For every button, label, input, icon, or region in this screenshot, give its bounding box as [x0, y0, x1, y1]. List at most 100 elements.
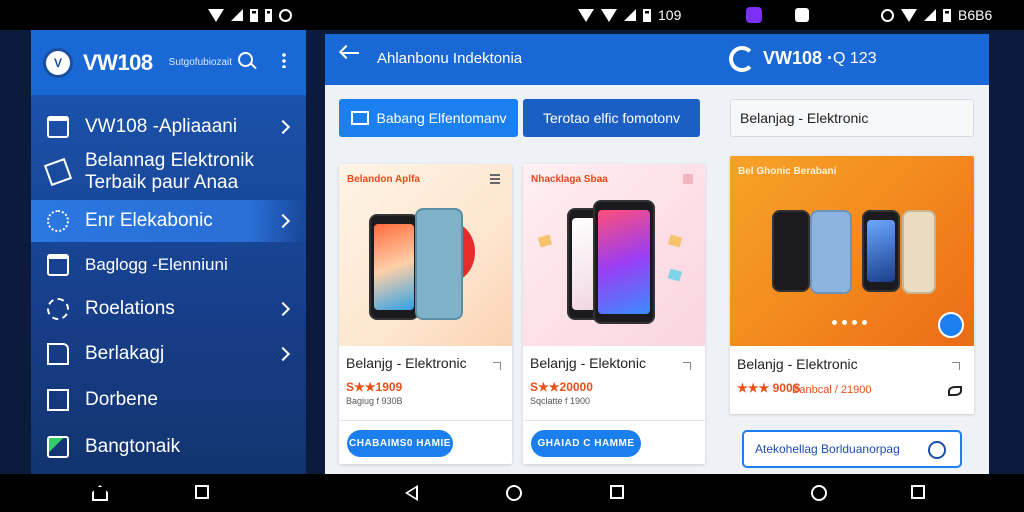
- electronics-button[interactable]: Babang Elfentomanv: [339, 99, 518, 137]
- promo-subprice: Banbcal / 21900: [792, 384, 872, 396]
- sidebar-item-label: Dorbene: [85, 389, 158, 410]
- wifi-icon: [578, 8, 594, 22]
- notification-icon: [795, 8, 809, 22]
- phone-image: [772, 210, 810, 292]
- divider: [523, 420, 705, 421]
- clock-icon: [928, 441, 946, 459]
- arrow-out-icon[interactable]: [493, 362, 501, 370]
- top-brand: VW108 ·: [763, 48, 834, 68]
- link-icon[interactable]: [948, 386, 962, 396]
- chevron-right-icon: [275, 346, 291, 362]
- search-icon[interactable]: [238, 52, 253, 67]
- button-label: GHAIAD C HAMME: [537, 438, 635, 449]
- top-search-count[interactable]: Q 123: [833, 50, 877, 68]
- system-nav-bar: [0, 474, 1024, 512]
- sidebar-item-gallery[interactable]: Bangtonaik: [31, 430, 306, 464]
- product-image: Nhacklaga Sbaa: [523, 164, 705, 346]
- alarm-icon: [279, 8, 292, 22]
- product-subprice: Sqclatte f 1900: [530, 396, 591, 406]
- battery-icon: [265, 8, 272, 22]
- sidebar-item-active[interactable]: Enr Elekabonic: [31, 200, 306, 242]
- product-card[interactable]: Belandon Aplfa Belanjg - Elektronic S★★1…: [339, 164, 512, 464]
- sidebar: V VW108 Sutgofubiozait VW108 -Apliaaani …: [31, 30, 306, 474]
- battery-icon: [943, 8, 951, 22]
- back-icon[interactable]: [405, 485, 418, 501]
- search-input[interactable]: Belanjag - Elektronic: [730, 99, 974, 137]
- home-circle-icon[interactable]: [811, 485, 827, 501]
- menu-icon[interactable]: [683, 174, 693, 184]
- sidebar-item-shopping[interactable]: Berlakagj: [31, 337, 306, 371]
- bag-icon: [47, 116, 69, 138]
- sidebar-item-label: Bangtonaik: [85, 436, 181, 457]
- battery-icon: [250, 8, 258, 22]
- target-icon: [47, 210, 69, 232]
- sidebar-item-other[interactable]: Dorbene: [31, 383, 306, 417]
- buy-button[interactable]: CHABAIMS0 HAMIE: [347, 430, 453, 457]
- wifi-icon: [208, 8, 224, 22]
- chevron-right-icon: [275, 119, 291, 135]
- status-icons-left: [208, 7, 292, 23]
- button-label: Terotao elfic fomotonv: [543, 110, 680, 126]
- bottom-search-field[interactable]: Atekohellag Borlduanorpag: [742, 430, 962, 468]
- chevron-right-icon: [275, 213, 291, 229]
- top-app-bar: Ahlanbonu Indektonia VW108 · Q 123: [325, 34, 989, 85]
- alarm-icon: [881, 8, 894, 22]
- status-app-icon: [746, 7, 762, 23]
- menu-icon[interactable]: [490, 174, 500, 184]
- product-price: S★★1909: [346, 380, 403, 394]
- home-icon[interactable]: [92, 485, 108, 501]
- status-time: B6B6: [958, 7, 993, 23]
- status-icons-right: B6B6: [881, 7, 992, 23]
- recents-icon[interactable]: [195, 485, 209, 499]
- search-text: Atekohellag Borlduanorpag: [755, 442, 900, 456]
- sidebar-item-label: Berlakagj: [85, 343, 165, 364]
- image-label: Nhacklaga Sbaa: [531, 174, 608, 185]
- status-time: 109: [658, 7, 682, 23]
- action-fab-icon[interactable]: [938, 312, 964, 338]
- paper-plane-icon: [43, 157, 73, 187]
- carousel-dots[interactable]: [832, 320, 867, 325]
- status-icons-mid: 109: [578, 7, 681, 23]
- button-label: CHABAIMS0 HAMIE: [349, 438, 451, 449]
- signal-icon: [924, 9, 936, 21]
- image-icon: [47, 436, 69, 458]
- arrow-out-icon[interactable]: [683, 362, 691, 370]
- divider: [339, 420, 512, 421]
- sidebar-item-label: Belannag Elektronik Terbaik paur Anaa: [85, 150, 254, 193]
- recents-icon[interactable]: [911, 485, 925, 499]
- button-label: Babang Elfentomanv: [376, 110, 507, 126]
- buy-button[interactable]: GHAIAD C HAMME: [531, 430, 641, 457]
- product-image: Belandon Aplfa: [339, 164, 512, 346]
- phone-image: [810, 210, 852, 294]
- sidebar-item-label: Enr Elekabonic: [85, 210, 213, 231]
- product-title: Belanjg - Elektonic: [530, 355, 646, 371]
- phone-image: [415, 208, 463, 320]
- chevron-right-icon: [275, 301, 291, 317]
- back-arrow-icon[interactable]: [341, 52, 359, 54]
- status-square: [795, 7, 809, 23]
- document-icon: [47, 343, 69, 365]
- image-label: Bel Ghonic Berabani: [738, 166, 837, 177]
- refresh-logo-icon: [729, 46, 755, 72]
- battery-icon: [643, 8, 651, 22]
- promo-card[interactable]: Bel Ghonic Berabani Belanjg - Elektronic…: [730, 156, 974, 414]
- promo-button[interactable]: Terotao elfic fomotonv: [523, 99, 700, 137]
- sidebar-item-relations[interactable]: Roelations: [31, 292, 306, 326]
- sidebar-header: V VW108 Sutgofubiozait: [31, 30, 306, 95]
- recents-icon[interactable]: [610, 485, 624, 499]
- home-circle-icon[interactable]: [506, 485, 522, 501]
- page-title: Ahlanbonu Indektonia: [377, 50, 523, 67]
- product-card[interactable]: Nhacklaga Sbaa Belanjg - Elektonic S★★20…: [523, 164, 705, 464]
- phone-image: [593, 200, 655, 324]
- sidebar-item-bag[interactable]: Baglogg -Elenniuni: [31, 248, 306, 282]
- brand-subtitle: Sutgofubiozait: [168, 57, 233, 68]
- image-label: Belandon Aplfa: [347, 174, 420, 185]
- search-value: Belanjag - Elektronic: [740, 110, 869, 126]
- sidebar-item-app[interactable]: VW108 -Apliaaani: [31, 110, 306, 144]
- square-icon: [47, 389, 69, 411]
- main-panel: Ahlanbonu Indektonia VW108 · Q 123 Baban…: [325, 34, 989, 474]
- sidebar-item-electronics[interactable]: Belannag Elektronik Terbaik paur Anaa: [31, 147, 306, 197]
- more-menu-icon[interactable]: [282, 52, 286, 68]
- wifi-icon: [901, 8, 917, 22]
- arrow-out-icon[interactable]: [952, 362, 960, 370]
